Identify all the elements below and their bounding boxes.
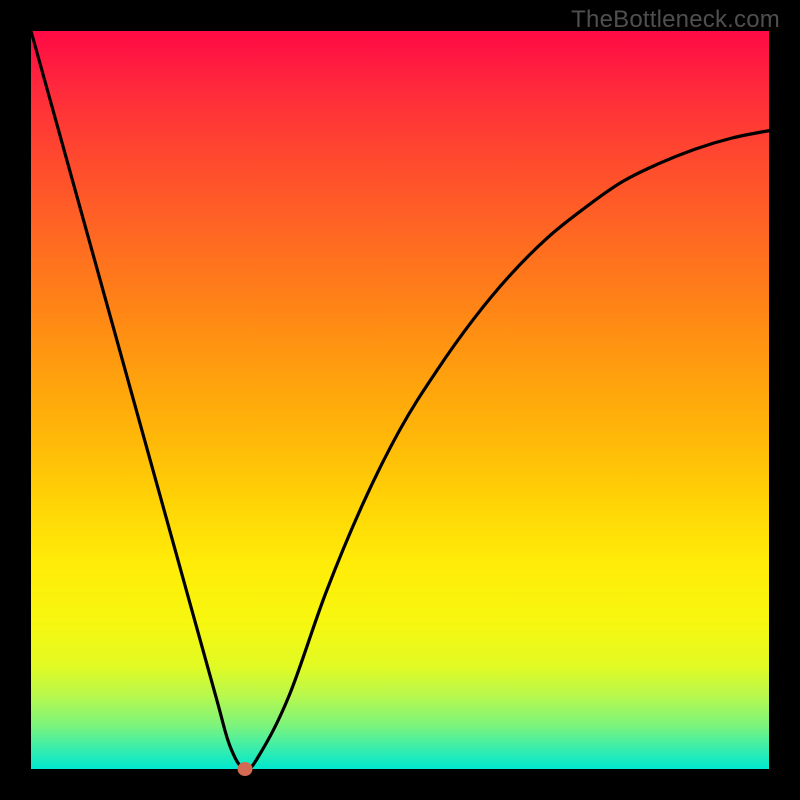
bottleneck-curve [31, 31, 769, 769]
plot-area [31, 31, 769, 769]
watermark-text: TheBottleneck.com [571, 6, 780, 34]
chart-frame: TheBottleneck.com [0, 0, 800, 800]
minimum-point-marker [238, 762, 253, 776]
